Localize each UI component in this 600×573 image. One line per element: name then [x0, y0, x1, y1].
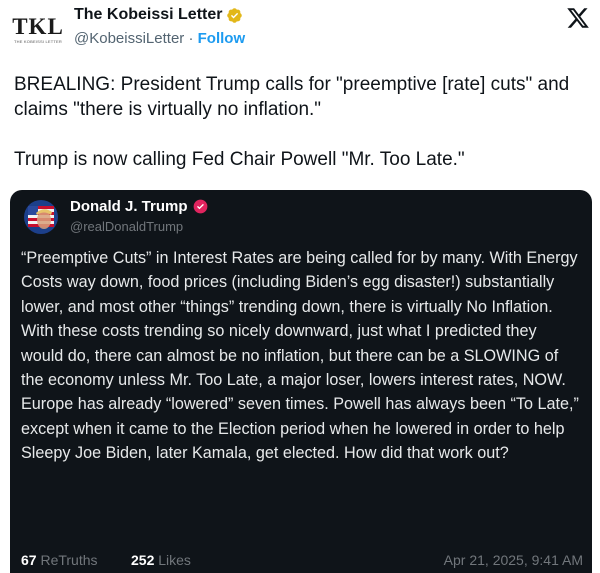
post-header: TKL THE KOBEISSI LETTER The Kobeissi Let… [0, 0, 600, 60]
x-logo-icon[interactable] [566, 6, 590, 30]
follow-button[interactable]: Follow [198, 30, 246, 47]
retruths-count: 67 [21, 552, 37, 568]
retruths-stat[interactable]: 67 ReTruths [21, 552, 98, 568]
post-text-paragraph: BREALING: President Trump calls for "pre… [14, 74, 570, 120]
embedded-author-avatar[interactable] [24, 200, 58, 234]
avatar-logo-text: TKL [12, 14, 64, 39]
author-name-row: The Kobeissi Letter [74, 6, 243, 24]
author-avatar[interactable]: TKL THE KOBEISSI LETTER [12, 10, 64, 50]
embedded-author-name-row: Donald J. Trump [70, 198, 208, 215]
author-display-name[interactable]: The Kobeissi Letter [74, 6, 222, 24]
author-handle[interactable]: @KobeissiLetter [74, 30, 184, 47]
post-text-paragraph: Trump is now calling Fed Chair Powell "M… [14, 149, 465, 170]
handle-separator: · [188, 30, 194, 47]
likes-stat[interactable]: 252 Likes [131, 552, 191, 568]
embedded-post-footer: 67 ReTruths 252 Likes Apr 21, 2025, 9:41… [21, 552, 583, 572]
verified-gold-icon [227, 7, 243, 23]
embedded-post-body: “Preemptive Cuts” in Interest Rates are … [21, 249, 579, 463]
verified-pink-icon [193, 199, 207, 214]
retruths-label: ReTruths [40, 552, 98, 568]
likes-label: Likes [158, 552, 191, 568]
embedded-author-name[interactable]: Donald J. Trump [70, 198, 188, 215]
embedded-post-card[interactable]: Donald J. Trump @realDonaldTrump “Preemp… [10, 190, 592, 573]
avatar-tagline: THE KOBEISSI LETTER [13, 39, 63, 44]
embedded-post-timestamp: Apr 21, 2025, 9:41 AM [443, 552, 583, 568]
likes-count: 252 [131, 552, 155, 568]
embedded-author-handle[interactable]: @realDonaldTrump [70, 219, 183, 234]
post-text: BREALING: President Trump calls for "pre… [14, 72, 584, 172]
author-handle-row: @KobeissiLetter · Follow [74, 30, 245, 47]
